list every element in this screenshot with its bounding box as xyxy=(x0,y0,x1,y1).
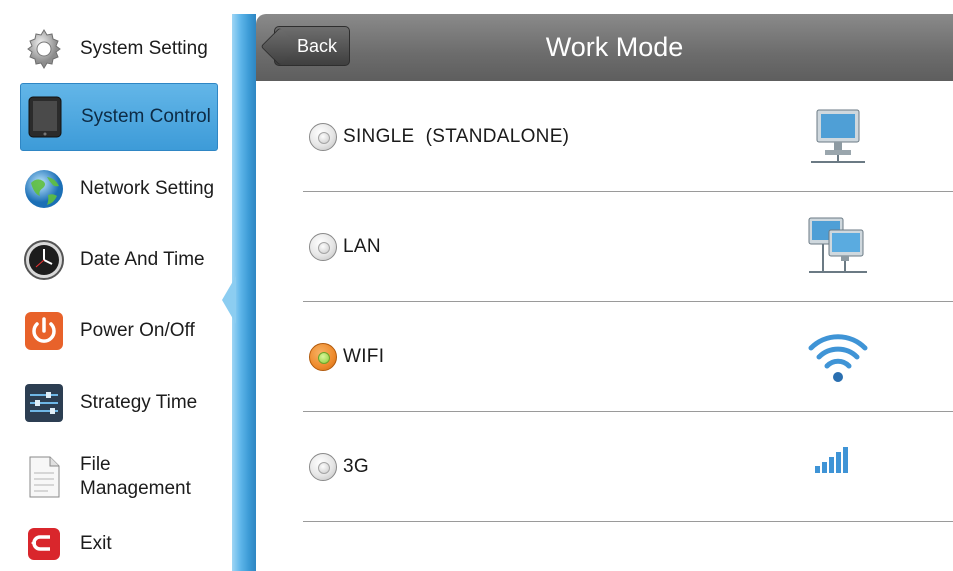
back-button-label: Back xyxy=(297,35,338,56)
network-computers-icon xyxy=(803,212,873,282)
option-label: WIFI xyxy=(343,345,385,367)
option-wifi[interactable]: WIFI xyxy=(303,302,953,412)
radio-button[interactable] xyxy=(309,232,337,261)
sidebar-item-label: File Management xyxy=(80,454,191,499)
sidebar-item-power-on-off[interactable]: Power On/Off xyxy=(20,305,218,357)
page-title: Work Mode xyxy=(545,32,684,62)
option-label: 3G xyxy=(343,455,369,477)
option-label: SINGLE (STANDALONE) xyxy=(343,125,570,147)
radio-button[interactable] xyxy=(309,122,337,151)
header-bar: Back Work Mode xyxy=(256,14,953,81)
computer-icon xyxy=(803,102,873,172)
sidebar-item-exit[interactable]: Exit xyxy=(20,520,218,568)
wifi-icon xyxy=(803,322,873,392)
sidebar: System Setting System Control Network Se… xyxy=(0,0,232,571)
back-button[interactable]: Back xyxy=(274,26,351,66)
radio-button-selected[interactable] xyxy=(309,342,337,371)
gear-icon xyxy=(22,27,66,71)
tablet-icon xyxy=(23,95,67,139)
sidebar-item-label: Strategy Time xyxy=(80,392,198,413)
radio-button[interactable] xyxy=(309,452,337,481)
sidebar-item-system-control[interactable]: System Control xyxy=(20,83,218,151)
sidebar-item-date-and-time[interactable]: Date And Time xyxy=(20,234,218,286)
sidebar-item-label: Date And Time xyxy=(80,249,205,270)
sidebar-item-label: Network Setting xyxy=(80,178,215,199)
power-icon xyxy=(22,309,66,353)
sidebar-item-label: Exit xyxy=(80,533,112,554)
option-label: LAN xyxy=(343,235,381,257)
option-lan[interactable]: LAN xyxy=(303,192,953,302)
sidebar-item-label: System Control xyxy=(81,106,211,127)
sidebar-item-system-setting[interactable]: System Setting xyxy=(20,22,218,76)
sidebar-item-label: System Setting xyxy=(80,38,208,59)
exit-icon xyxy=(22,522,66,566)
option-3g[interactable]: 3G xyxy=(303,412,953,522)
globe-icon xyxy=(22,167,66,211)
document-icon xyxy=(22,455,66,499)
sidebar-selection-pointer xyxy=(222,276,236,324)
sidebar-item-network-setting[interactable]: Network Setting xyxy=(20,163,218,215)
option-single-standalone[interactable]: SINGLE (STANDALONE) xyxy=(303,82,953,192)
sidebar-item-strategy-time[interactable]: Strategy Time xyxy=(20,377,218,429)
signal-bars-icon xyxy=(803,432,873,502)
sidebar-item-label: Power On/Off xyxy=(80,320,195,341)
sidebar-item-file-management[interactable]: File Management xyxy=(20,448,218,506)
clock-icon xyxy=(22,238,66,282)
sliders-icon xyxy=(22,381,66,425)
